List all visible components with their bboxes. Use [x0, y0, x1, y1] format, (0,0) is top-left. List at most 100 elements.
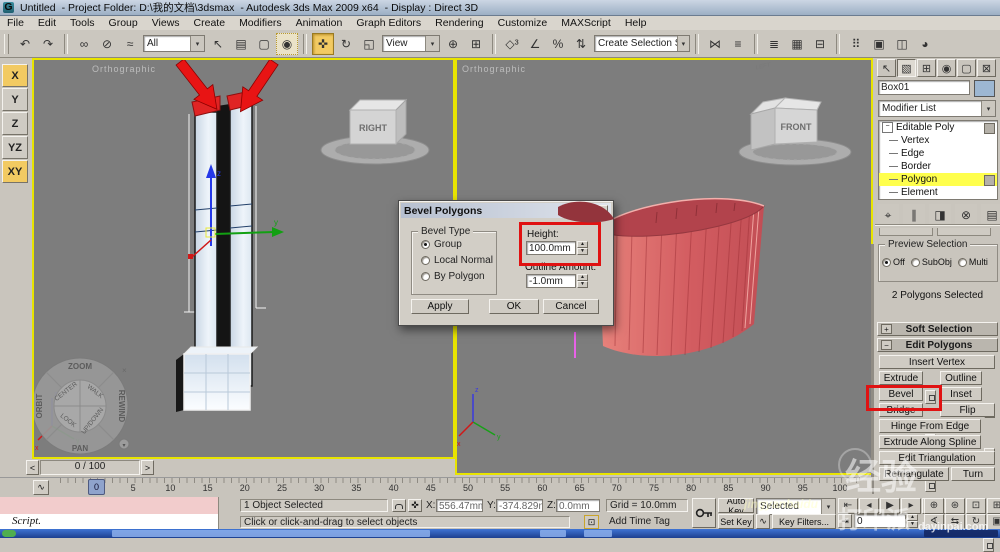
unlink-selection-icon[interactable]: ⊘ — [96, 33, 118, 55]
render-setup-icon[interactable]: ▣ — [868, 33, 890, 55]
pan-icon[interactable]: ⇆ — [945, 514, 965, 530]
extrude-spline-settings-button[interactable] — [983, 538, 994, 552]
cancel-button[interactable]: Cancel — [543, 299, 599, 314]
preview-off-label[interactable]: Off — [893, 257, 905, 267]
zoom-extents-icon[interactable]: ⊡ — [966, 498, 986, 514]
schematic-view-icon[interactable]: ⊟ — [809, 33, 831, 55]
object-color-swatch[interactable] — [974, 80, 995, 97]
y-coord-field[interactable]: -374.829mm — [496, 499, 543, 512]
zoom-extents-all-icon[interactable]: ⊞ — [987, 498, 1000, 514]
current-frame-field[interactable]: 0 — [854, 514, 906, 528]
preview-subobj-label[interactable]: SubObj — [922, 257, 952, 267]
window-crossing-icon[interactable]: ◉ — [276, 33, 298, 55]
viewport-left-orthographic[interactable]: Orthographic RIGHT — [32, 58, 455, 459]
auto-key-button[interactable]: Auto Key — [718, 498, 754, 513]
macro-recorder-pane[interactable] — [0, 497, 219, 514]
select-and-move-icon[interactable]: ✜ — [312, 33, 334, 55]
collapse-icon[interactable]: − — [881, 340, 892, 350]
curve-editor-icon[interactable]: ▦ — [786, 33, 808, 55]
select-object-icon[interactable]: ↖ — [207, 33, 229, 55]
preview-subobj-radio[interactable] — [911, 258, 920, 267]
zoom-all-icon[interactable]: ⊛ — [945, 498, 965, 514]
axis-constraint-x-button[interactable]: X — [2, 64, 28, 87]
menu-animation[interactable]: Animation — [289, 17, 350, 29]
menu-group[interactable]: Group — [102, 17, 145, 29]
extrude-along-spline-button[interactable]: Extrude Along Spline — [879, 435, 981, 449]
reference-coordinate-dropdown[interactable]: View ▾ — [382, 35, 440, 52]
time-slider[interactable]: 0 / 100 — [40, 460, 140, 475]
make-unique-icon[interactable]: ◨ — [929, 204, 951, 226]
wheel-pan[interactable]: PAN — [72, 444, 89, 453]
bind-to-spacewarp-icon[interactable]: ≈ — [119, 33, 141, 55]
viewcube-right[interactable]: FRONT LEFT — [739, 62, 851, 165]
pin-stack-icon[interactable]: ⌖ — [877, 204, 899, 226]
key-filters-button[interactable]: Key Filters... — [772, 514, 836, 529]
field-of-view-icon[interactable]: ∢ — [924, 514, 944, 530]
selection-filter-dropdown[interactable]: All ▾ — [143, 35, 205, 52]
axis-constraint-xy-button[interactable]: XY — [2, 160, 28, 183]
modifier-stack[interactable]: − Editable Poly Vertex Edge Border Polyg… — [878, 120, 998, 200]
soft-selection-rollout[interactable]: +Soft Selection — [877, 322, 998, 336]
default-in-out-tangent-icon[interactable]: ∿ — [756, 514, 770, 529]
time-slider-prev-button[interactable]: < — [26, 460, 39, 475]
time-slider-next-button[interactable]: > — [141, 460, 154, 475]
viewport-label[interactable]: Orthographic — [92, 64, 156, 74]
expand-icon[interactable]: + — [881, 324, 892, 334]
snaps-toggle-icon[interactable]: ◇³ — [501, 33, 523, 55]
stack-row-element[interactable]: Element — [879, 186, 997, 199]
hierarchy-tab-icon[interactable]: ⊞ — [917, 59, 936, 77]
ring-button-clipped[interactable] — [879, 228, 933, 236]
play-icon[interactable]: ▶ — [880, 498, 900, 514]
rectangular-selection-region-icon[interactable]: ▢ — [253, 33, 275, 55]
axis-constraint-y-button[interactable]: Y — [2, 88, 28, 111]
preview-multi-radio[interactable] — [958, 258, 967, 267]
menu-graph-editors[interactable]: Graph Editors — [349, 17, 428, 29]
radio-local-normal[interactable]: Local Normal — [421, 255, 493, 266]
rendered-frame-icon[interactable]: ◫ — [891, 33, 913, 55]
stack-row-vertex[interactable]: Vertex — [879, 134, 997, 147]
layer-manager-icon[interactable]: ≣ — [763, 33, 785, 55]
select-and-rotate-icon[interactable]: ↻ — [335, 33, 357, 55]
mirror-icon[interactable]: ⋈ — [704, 33, 726, 55]
start-button[interactable] — [2, 530, 16, 537]
redo-icon[interactable]: ↷ — [37, 33, 59, 55]
viewcube-left[interactable]: RIGHT — [321, 100, 429, 164]
apply-button[interactable]: Apply — [411, 299, 469, 314]
collapse-icon[interactable]: − — [882, 122, 893, 133]
menu-rendering[interactable]: Rendering — [428, 17, 490, 29]
taskbar-window-button[interactable] — [540, 530, 566, 537]
absolute-offset-toggle-icon[interactable]: ✜ — [408, 499, 422, 512]
select-and-scale-icon[interactable]: ◱ — [358, 33, 380, 55]
modifier-list-dropdown[interactable]: Modifier List ▾ — [878, 100, 996, 117]
menu-tools[interactable]: Tools — [63, 17, 102, 29]
toolbar-grip[interactable] — [4, 34, 9, 54]
menu-maxscript[interactable]: MAXScript — [554, 17, 618, 29]
steering-wheel[interactable]: ZOOM PAN ORBIT REWIND CENTER WALK LOOK U… — [34, 358, 129, 454]
z-coord-field[interactable]: 0.0mm — [556, 499, 600, 512]
loop-button-clipped[interactable] — [937, 228, 991, 236]
windows-taskbar[interactable] — [0, 529, 1000, 538]
extrude-button[interactable]: Extrude — [879, 371, 923, 385]
x-coord-field[interactable]: 556.47mm — [436, 499, 483, 512]
track-bar[interactable]: ∿ 0 051015202530354045505560657075808590… — [0, 477, 872, 498]
menu-views[interactable]: Views — [145, 17, 187, 29]
dropdown-arrow-icon[interactable]: ▾ — [677, 36, 689, 51]
preview-multi-label[interactable]: Multi — [969, 257, 988, 267]
beveled-lampshade-object[interactable] — [598, 199, 764, 356]
dropdown-arrow-icon[interactable]: ▾ — [190, 36, 204, 51]
ok-button[interactable]: OK — [489, 299, 539, 314]
radio-by-polygon-label[interactable]: By Polygon — [434, 271, 485, 282]
axis-constraint-yz-button[interactable]: YZ — [2, 136, 28, 159]
frame-spinner[interactable]: ▲▼ — [907, 514, 918, 528]
set-keys-button[interactable] — [692, 498, 716, 528]
trackbar-frame-marker[interactable]: 0 — [88, 479, 105, 495]
wheel-close-icon[interactable]: × — [122, 366, 127, 375]
flip-button[interactable]: Flip — [940, 403, 995, 417]
go-to-start-icon[interactable]: ⇤ — [838, 498, 858, 514]
radio-by-polygon-dot[interactable] — [421, 272, 430, 281]
stack-row-polygon[interactable]: Polygon — [879, 173, 997, 186]
arc-rotate-icon[interactable]: ↻ — [966, 514, 986, 530]
menu-create[interactable]: Create — [187, 17, 233, 29]
stack-row-border[interactable]: Border — [879, 160, 997, 173]
insert-vertex-button[interactable]: Insert Vertex — [879, 355, 995, 369]
